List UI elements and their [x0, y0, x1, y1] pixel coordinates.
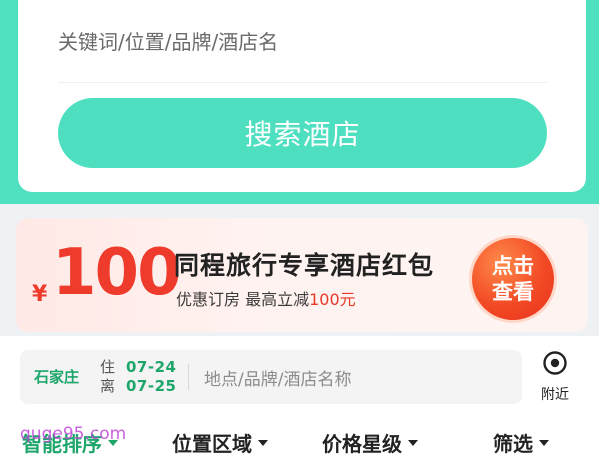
banner-subtitle: 优惠订房 最高立减100元 — [176, 286, 356, 310]
watermark-text: quge95.com — [20, 424, 127, 444]
search-hotel-button[interactable]: 搜索酒店 — [58, 98, 547, 168]
input-divider — [58, 82, 548, 83]
keyword-search-input[interactable]: 关键词/位置/品牌/酒店名 — [58, 20, 548, 60]
chevron-down-icon — [539, 439, 549, 446]
bar-divider — [188, 364, 189, 390]
filter-location-area[interactable]: 位置区域 — [172, 428, 268, 457]
city-selector[interactable]: 石家庄 — [34, 366, 79, 387]
promo-banner[interactable]: ¥ 100 同程旅行专享酒店红包 优惠订房 最高立减100元 点击 查看 — [16, 218, 588, 332]
checkout-date: 07-25 — [126, 377, 177, 395]
filter-price-star[interactable]: 价格星级 — [322, 428, 418, 457]
banner-title: 同程旅行专享酒店红包 — [174, 251, 435, 280]
nearby-label: 附近 — [541, 387, 569, 403]
search-panel: 关键词/位置/品牌/酒店名 搜索酒店 — [0, 0, 599, 204]
checkin-label: 住 — [100, 358, 116, 376]
checkin-date: 07-24 — [126, 358, 177, 376]
checkout-label: 离 — [100, 377, 116, 395]
nearby-button[interactable]: 附近 — [530, 350, 580, 406]
date-labels: 住 离 — [100, 358, 115, 396]
view-promo-button[interactable]: 点击 查看 — [472, 238, 554, 320]
cta-line-2: 查看 — [492, 280, 534, 304]
filter-label: 筛选 — [493, 432, 533, 456]
date-selector[interactable]: 07-24 07-25 — [126, 358, 176, 396]
filter-more[interactable]: 筛选 — [493, 428, 549, 457]
cta-line-1: 点击 — [492, 254, 534, 278]
banner-amount: 100 — [52, 236, 182, 310]
search-card: 关键词/位置/品牌/酒店名 搜索酒店 — [18, 0, 586, 192]
chevron-down-icon — [258, 439, 268, 446]
location-pin-icon — [542, 350, 568, 380]
hotel-list-header: 石家庄 住 离 07-24 07-25 地点/品牌/酒店名称 附近 智能排序 位… — [0, 336, 599, 470]
hotel-name-search-input[interactable]: 地点/品牌/酒店名称 — [204, 364, 504, 390]
banner-subtitle-prefix: 优惠订房 最高立减 — [176, 290, 310, 309]
banner-subtitle-highlight: 100元 — [309, 290, 356, 309]
chevron-down-icon — [408, 439, 418, 446]
location-date-bar: 石家庄 住 离 07-24 07-25 地点/品牌/酒店名称 — [20, 350, 522, 404]
banner-currency: ¥ — [32, 282, 48, 307]
filter-label: 位置区域 — [172, 432, 252, 456]
filter-label: 价格星级 — [322, 432, 402, 456]
